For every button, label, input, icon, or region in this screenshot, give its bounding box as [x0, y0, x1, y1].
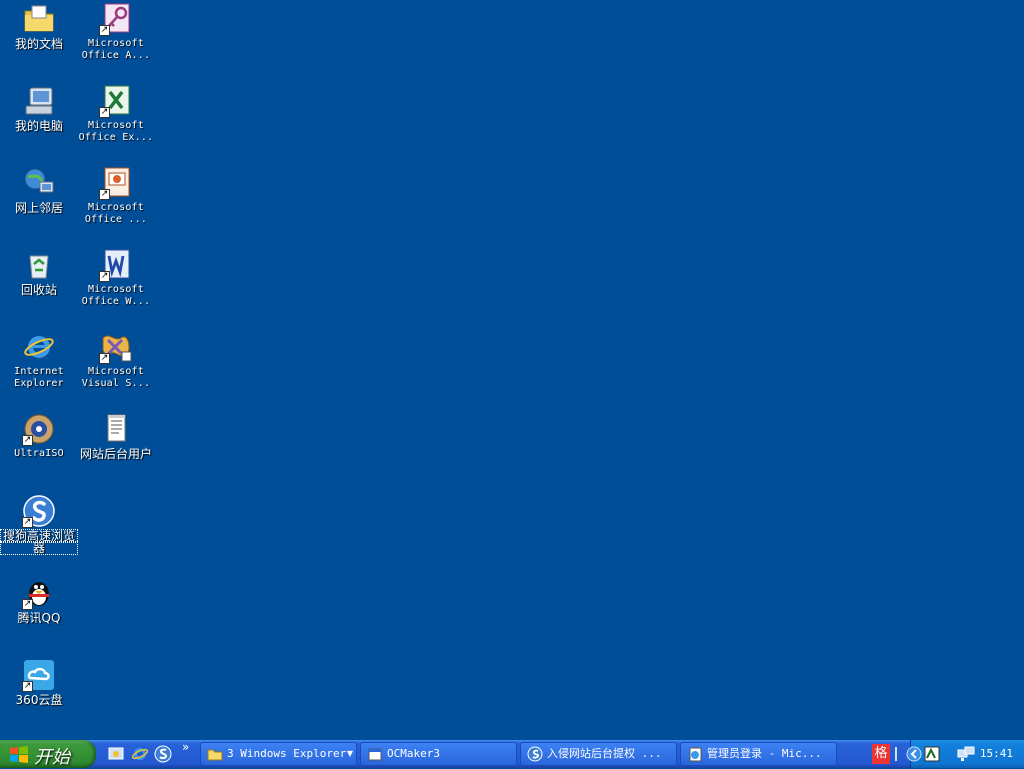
text-document-icon: [99, 412, 133, 446]
ime-badge: 格: [872, 744, 890, 764]
360-security-icon[interactable]: [923, 745, 941, 763]
powerpoint-icon: ↗: [99, 166, 133, 200]
sogou-browser-shortcut[interactable]: ↗ 搜狗高速浏览 器: [0, 494, 78, 555]
computer-icon: [22, 84, 56, 118]
shortcut-arrow-icon: ↗: [99, 271, 110, 282]
shortcut-arrow-icon: ↗: [99, 25, 110, 36]
shortcut-arrow-icon: ↗: [22, 517, 33, 528]
disc-icon: ↗: [22, 412, 56, 446]
icon-label-line2: Visual S...: [81, 378, 151, 389]
internet-explorer-shortcut[interactable]: Internet Explorer: [1, 330, 77, 390]
icon-label-line1: Microsoft: [88, 120, 144, 131]
internet-explorer-icon[interactable]: [131, 745, 149, 763]
qq-penguin-icon: ↗: [22, 576, 56, 610]
quick-launch-more-button[interactable]: »: [182, 740, 189, 754]
icon-label-line2: Office W...: [81, 296, 151, 307]
quick-launch: »: [104, 740, 196, 764]
chevron-down-icon: ▼: [346, 749, 353, 758]
start-button[interactable]: 开始: [0, 740, 96, 768]
icon-label-line2: 器: [0, 541, 78, 555]
recycle-bin-icon: [22, 248, 56, 282]
system-tray: 15:41: [906, 740, 1024, 768]
app-window-icon: [367, 746, 383, 762]
sogou-browser-icon: ↗: [22, 494, 56, 528]
ultraiso-shortcut[interactable]: ↗ UltraISO: [1, 412, 77, 460]
ms-office-access-shortcut[interactable]: ↗ Microsoft Office A...: [78, 2, 154, 62]
access-key-icon: ↗: [99, 2, 133, 36]
icon-label: UltraISO: [14, 448, 64, 459]
qq-shortcut[interactable]: ↗ 腾讯QQ: [1, 576, 77, 624]
icon-label: 我的文档: [14, 37, 63, 51]
windows-logo-icon: [9, 745, 29, 763]
network-connection-icon[interactable]: [957, 745, 975, 763]
icon-label-line2: Office Ex...: [78, 132, 154, 143]
internet-explorer-page-icon: [687, 746, 703, 762]
folder-icon: [207, 746, 223, 762]
icon-label-line2: Office ...: [84, 214, 148, 225]
icon-label-line1: Microsoft: [88, 284, 144, 295]
icon-label-line1: Microsoft: [88, 38, 144, 49]
ms-visual-studio-shortcut[interactable]: ↗ Microsoft Visual S...: [78, 330, 154, 390]
icon-label: 网站后台用户: [79, 447, 152, 461]
icon-label-line1: Internet: [14, 366, 64, 377]
start-label: 开始: [34, 747, 70, 768]
task-label: OCMaker3: [387, 747, 440, 760]
icon-label-line2: Explorer: [14, 378, 64, 389]
divider: [895, 747, 897, 761]
task-label: 管理员登录 - Mic...: [707, 747, 822, 760]
360-cloud-disk-shortcut[interactable]: ↗ 360云盘: [1, 658, 77, 706]
taskbar: 开始 » 3 Windows Explorer ▼ OCMaker3 入侵网站后…: [0, 740, 1024, 768]
task-label: 入侵网站后台提权 ...: [547, 747, 662, 760]
word-icon: ↗: [99, 248, 133, 282]
ime-indicator[interactable]: 格: [868, 744, 908, 764]
shortcut-arrow-icon: ↗: [99, 353, 110, 364]
task-label: 3 Windows Explorer: [227, 747, 347, 760]
icon-label-line1: Microsoft: [88, 202, 144, 213]
icon-label: 我的电脑: [14, 119, 63, 133]
visual-studio-icon: ↗: [99, 330, 133, 364]
clock[interactable]: 15:41: [980, 747, 1013, 760]
my-computer-shortcut[interactable]: 我的电脑: [1, 84, 77, 132]
text-file-shortcut[interactable]: 网站后台用户: [78, 412, 154, 460]
recycle-bin-shortcut[interactable]: 回收站: [1, 248, 77, 296]
task-ocmaker3[interactable]: OCMaker3: [360, 742, 517, 766]
task-sogou-browser[interactable]: 入侵网站后台提权 ...: [520, 742, 677, 766]
ms-office-excel-shortcut[interactable]: ↗ Microsoft Office Ex...: [78, 84, 154, 144]
network-globe-icon: [22, 166, 56, 200]
sogou-browser-icon[interactable]: [154, 745, 172, 763]
sogou-browser-icon: [527, 746, 543, 762]
task-admin-login-ie[interactable]: 管理员登录 - Mic...: [680, 742, 837, 766]
ms-office-powerpoint-shortcut[interactable]: ↗ Microsoft Office ...: [78, 166, 154, 226]
excel-icon: ↗: [99, 84, 133, 118]
internet-explorer-icon: [22, 330, 56, 364]
tray-expand-chevron-icon[interactable]: [905, 745, 923, 763]
icon-label: 网上邻居: [14, 201, 63, 215]
network-places-shortcut[interactable]: 网上邻居: [1, 166, 77, 214]
icon-label: 腾讯QQ: [17, 611, 61, 625]
icon-label: 回收站: [20, 283, 57, 297]
cloud-disk-icon: ↗: [22, 658, 56, 692]
folder-documents-icon: [22, 2, 56, 36]
shortcut-arrow-icon: ↗: [22, 435, 33, 446]
desktop: 我的文档 我的电脑 网上邻居 回收站 Internet Explorer ↗ U…: [0, 0, 1024, 740]
shortcut-arrow-icon: ↗: [22, 599, 33, 610]
icon-label-line2: Office A...: [81, 50, 151, 61]
task-windows-explorer[interactable]: 3 Windows Explorer ▼: [200, 742, 357, 766]
show-desktop-icon[interactable]: [107, 745, 125, 763]
shortcut-arrow-icon: ↗: [99, 107, 110, 118]
icon-label-line1: Microsoft: [88, 366, 144, 377]
shortcut-arrow-icon: ↗: [99, 189, 110, 200]
icon-label: 360云盘: [15, 693, 63, 707]
shortcut-arrow-icon: ↗: [22, 681, 33, 692]
ms-office-word-shortcut[interactable]: ↗ Microsoft Office W...: [78, 248, 154, 308]
my-documents-shortcut[interactable]: 我的文档: [1, 2, 77, 50]
